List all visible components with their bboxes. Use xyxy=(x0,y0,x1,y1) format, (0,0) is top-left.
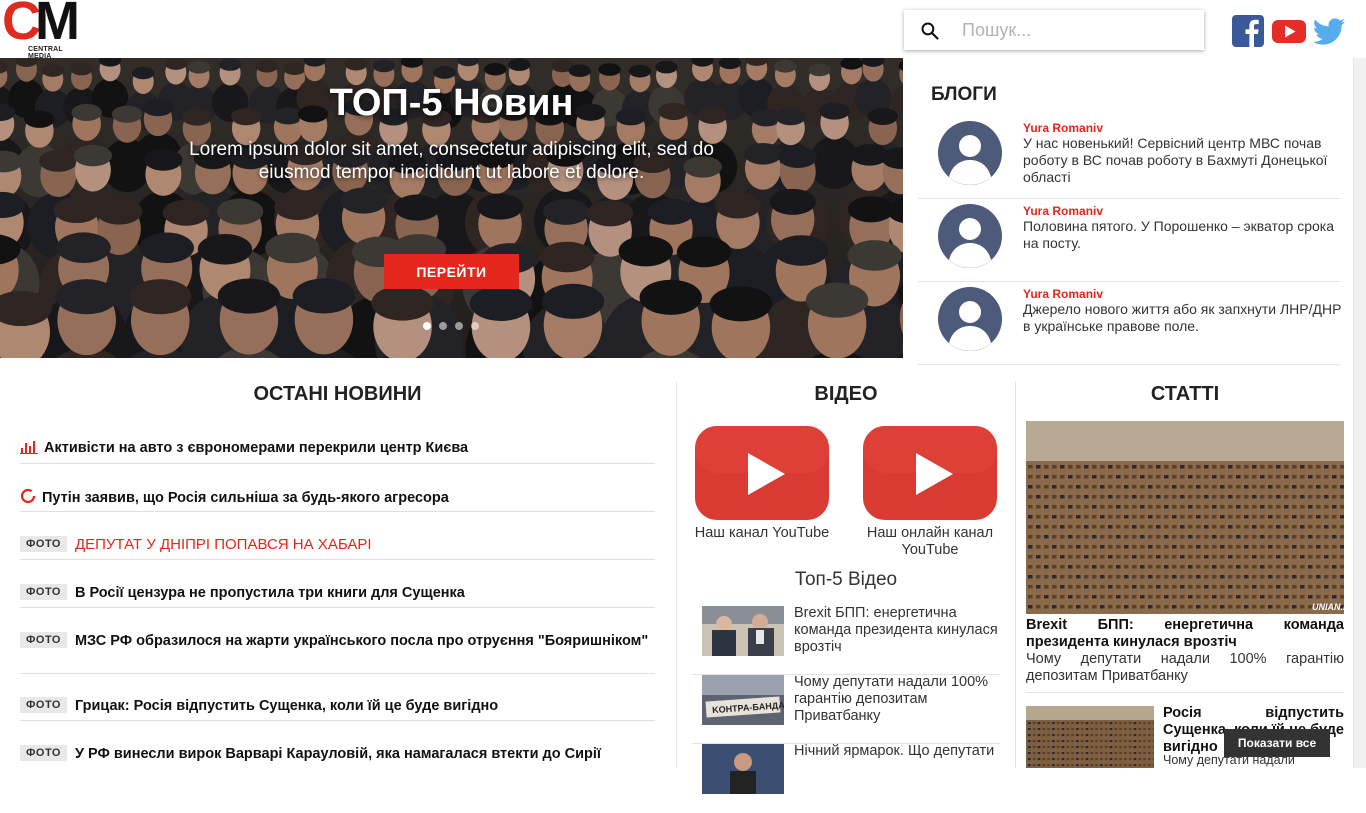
video-list-item[interactable]: Нічний ярмарок. Що депутати xyxy=(692,743,1002,813)
news-text-row[interactable]: ФОТО В Росії цензура не пропустила три кн… xyxy=(20,584,655,602)
search-input[interactable] xyxy=(962,10,1192,50)
article-parliament-image[interactable]: UNIAN.net xyxy=(1026,421,1344,614)
article-title[interactable]: Brexit БПП: енергетична команда президен… xyxy=(1026,617,1344,651)
news-title[interactable]: ДЕПУТАТ У ДНІПРІ ПОПАВСЯ НА ХАБАРІ xyxy=(75,536,372,553)
article-thumbnail[interactable] xyxy=(1026,706,1154,768)
top5-video-title: Топ-5 Відео xyxy=(794,569,898,590)
hero-go-button[interactable]: ПЕРЕЙТИ xyxy=(384,254,519,289)
slider-dot[interactable] xyxy=(471,322,479,330)
youtube-play-icon[interactable] xyxy=(695,426,829,520)
news-text-row[interactable]: ФОТО ДЕПУТАТ У ДНІПРІ ПОПАВСЯ НА ХАБАРІ xyxy=(20,536,655,553)
blog-text[interactable]: Джерело нового життя або як запхнути ЛНР… xyxy=(1023,301,1343,335)
bar-chart-icon xyxy=(20,441,38,454)
slider-dots xyxy=(423,322,479,330)
news-item[interactable]: Путін заявив, що Росія сильніша за будь-… xyxy=(20,488,655,512)
news-title[interactable]: Путін заявив, що Росія сильніша за будь-… xyxy=(42,490,449,506)
ring-icon xyxy=(20,488,36,504)
show-all-button[interactable]: Показати все xyxy=(1224,729,1330,757)
video-thumbnail[interactable] xyxy=(702,606,784,656)
facebook-icon[interactable] xyxy=(1231,14,1265,48)
youtube-channel-card[interactable]: Наш канал YouTube xyxy=(694,426,830,542)
video-item-title[interactable]: Нічний ярмарок. Що депутати xyxy=(794,743,1002,760)
youtube-online-channel-card[interactable]: Наш онлайн канал YouTube xyxy=(862,426,998,559)
news-title[interactable]: У РФ винесли вирок Варварі Карауловій, я… xyxy=(75,746,601,762)
news-title[interactable]: Активісти на авто з єврономерами перекри… xyxy=(44,440,468,456)
video-list-item[interactable]: Brexit БПП: енергетична команда президен… xyxy=(692,605,1002,675)
photo-badge: ФОТО xyxy=(20,745,67,761)
top-bar: CM CENTRAL MEDIA xyxy=(0,0,1366,60)
logo-letters: CM xyxy=(2,0,80,51)
photo-badge: ФОТО xyxy=(20,536,67,552)
news-text-row[interactable]: ФОТО МЗС РФ образилося на жарти українськ… xyxy=(20,632,651,650)
blog-item[interactable]: Yura Romaniv У нас новенький! Сервісний … xyxy=(918,116,1340,199)
news-text-row[interactable]: ФОТО У РФ винесли вирок Варварі Караулові… xyxy=(20,745,655,763)
avatar-icon xyxy=(938,204,1002,268)
article-description: Чому депутати надали 100% гарантію депоз… xyxy=(1026,651,1344,693)
twitter-icon[interactable] xyxy=(1312,14,1346,48)
video-channel-label[interactable]: Наш онлайн канал YouTube xyxy=(862,525,998,559)
youtube-icon[interactable] xyxy=(1272,14,1306,48)
search-icon[interactable] xyxy=(920,21,940,41)
search-box[interactable] xyxy=(904,10,1204,50)
news-title[interactable]: МЗС РФ образилося на жарти українського … xyxy=(75,633,648,649)
news-text-row[interactable]: Активісти на авто з єврономерами перекри… xyxy=(20,440,655,457)
news-title[interactable]: В Росії цензура не пропустила три книги … xyxy=(75,585,465,601)
page-scrollbar[interactable] xyxy=(1353,58,1366,768)
slider-dot[interactable] xyxy=(439,322,447,330)
blog-author[interactable]: Yura Romaniv xyxy=(1023,121,1103,135)
youtube-play-icon[interactable] xyxy=(863,426,997,520)
blog-author[interactable]: Yura Romaniv xyxy=(1023,287,1103,301)
video-section-title: ВІДЕО xyxy=(814,383,878,405)
video-item-title[interactable]: Brexit БПП: енергетична команда президен… xyxy=(794,605,1002,656)
avatar-icon xyxy=(938,121,1002,185)
news-title[interactable]: Грицак: Росія відпустить Сущенка, коли ї… xyxy=(75,698,498,714)
video-thumbnail[interactable] xyxy=(702,744,784,794)
photo-badge: ФОТО xyxy=(20,697,67,713)
site-logo[interactable]: CM CENTRAL MEDIA xyxy=(0,0,86,60)
hero-title: ТОП-5 Новин xyxy=(329,82,574,124)
video-thumbnail[interactable]: KOHTPA-БAHДA xyxy=(702,675,784,725)
articles-section-title: СТАТТІ xyxy=(1150,383,1220,405)
column-divider xyxy=(1015,382,1016,768)
blog-item[interactable]: Yura Romaniv Половина пятого. У Порошенк… xyxy=(918,199,1340,282)
news-item[interactable]: ФОТО У РФ винесли вирок Варварі Караулові… xyxy=(20,745,655,769)
avatar-icon xyxy=(938,287,1002,351)
news-item[interactable]: ФОТО В Росії цензура не пропустила три кн… xyxy=(20,584,655,608)
photo-badge: ФОТО xyxy=(20,584,67,600)
news-text-row[interactable]: Путін заявив, що Росія сильніша за будь-… xyxy=(20,488,655,507)
hero-slider[interactable]: ТОП-5 Новин Lorem ipsum dolor sit amet, … xyxy=(0,58,903,358)
news-item[interactable]: ФОТО ДЕПУТАТ У ДНІПРІ ПОПАВСЯ НА ХАБАРІ xyxy=(20,536,655,560)
blogs-panel: БЛОГИ Yura Romaniv У нас новенький! Серв… xyxy=(903,58,1353,365)
news-item[interactable]: Активісти на авто з єврономерами перекри… xyxy=(20,440,655,464)
blog-item[interactable]: Yura Romaniv Джерело нового життя або як… xyxy=(918,282,1343,365)
blogs-title: БЛОГИ xyxy=(931,84,997,105)
slider-dot[interactable] xyxy=(423,322,431,330)
svg-text:UNIAN.net: UNIAN.net xyxy=(1312,602,1344,612)
slider-dot[interactable] xyxy=(455,322,463,330)
news-text-row[interactable]: ФОТО Грицак: Росія відпустить Сущенка, ко… xyxy=(20,697,655,715)
photo-badge: ФОТО xyxy=(20,632,67,648)
news-item[interactable]: ФОТО МЗС РФ образилося на жарти українськ… xyxy=(20,632,655,674)
blog-text[interactable]: У нас новенький! Сервісний центр МВС поч… xyxy=(1023,135,1343,186)
video-item-title[interactable]: Чому депутати надали 100% гарантію депоз… xyxy=(794,674,1002,725)
hero-text: Lorem ipsum dolor sit amet, consectetur … xyxy=(189,139,714,183)
blog-author[interactable]: Yura Romaniv xyxy=(1023,204,1103,218)
news-section-title: ОСТАНІ НОВИНИ xyxy=(253,383,422,405)
column-divider xyxy=(676,382,677,768)
video-channel-label[interactable]: Наш канал YouTube xyxy=(694,525,830,542)
blog-text[interactable]: Половина пятого. У Порошенко – экватор с… xyxy=(1023,218,1343,252)
video-list-item[interactable]: KOHTPA-БAHДA Чому депутати надали 100% г… xyxy=(692,674,1002,744)
news-item[interactable]: ФОТО Грицак: Росія відпустить Сущенка, ко… xyxy=(20,697,655,721)
